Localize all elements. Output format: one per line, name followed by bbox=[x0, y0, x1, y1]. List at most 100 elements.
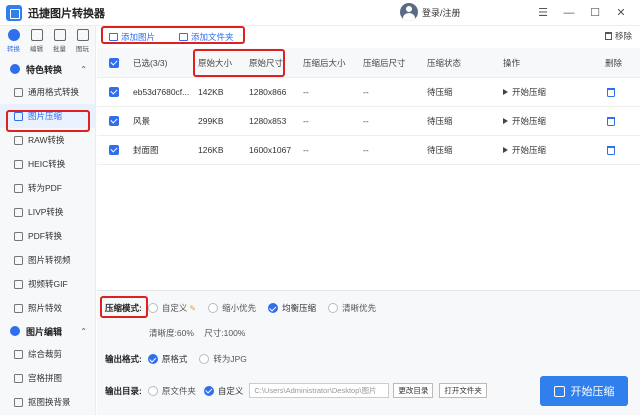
title-bar: 迅捷图片转换器 登录/注册 ☰ — ☐ ✕ bbox=[0, 0, 640, 26]
remove-label: 移除 bbox=[614, 31, 632, 41]
dir-original[interactable]: 原文件夹 bbox=[147, 385, 196, 397]
output-format-row: 输出格式: 原格式 转为JPG bbox=[105, 353, 259, 365]
row-checkbox[interactable] bbox=[109, 136, 119, 164]
table-row[interactable]: 封面图 126KB 1600x1067 -- -- 待压缩 开始压缩 bbox=[97, 136, 640, 165]
delete-button[interactable] bbox=[607, 107, 615, 135]
option-label: 转为JPG bbox=[213, 354, 247, 364]
sidebar-item-crop[interactable]: 综合裁剪 bbox=[0, 342, 95, 366]
start-compress-link[interactable]: 开始压缩 bbox=[503, 107, 546, 135]
comp-size: -- bbox=[303, 87, 309, 97]
sidebar-item-to-pdf[interactable]: 转为PDF bbox=[0, 176, 95, 200]
trash-icon bbox=[607, 116, 615, 126]
trash-icon bbox=[607, 87, 615, 97]
sidebar-item-general-convert[interactable]: 通用格式转换 bbox=[0, 80, 95, 104]
pdf-icon bbox=[14, 183, 23, 193]
sidebar-item-cutout[interactable]: 抠图换背景 bbox=[0, 390, 95, 414]
section-image-edit[interactable]: 图片编辑 ⌃ bbox=[0, 320, 95, 342]
topnav-label: 批量 bbox=[53, 46, 66, 53]
header-delete: 删除 bbox=[605, 57, 623, 68]
output-format-label: 输出格式: bbox=[105, 354, 142, 364]
settings-panel: 压缩模式: 自定义 ✎ 缩小优先 均衡压缩 清晰优先 清晰度:60% 尺寸:100… bbox=[97, 290, 640, 415]
mode-custom[interactable]: 自定义 ✎ bbox=[147, 302, 196, 314]
clarity-value: 清晰度:60% bbox=[149, 328, 194, 338]
highlight-box-sidebar bbox=[6, 110, 90, 132]
sidebar-item-label: 视频转GIF bbox=[28, 279, 68, 289]
effects-icon bbox=[14, 303, 23, 313]
mode-balanced[interactable]: 均衡压缩 bbox=[268, 302, 316, 314]
topnav-play[interactable]: 图玩 bbox=[71, 26, 94, 58]
orig-dim: 1280x853 bbox=[249, 116, 287, 126]
orig-size: 126KB bbox=[198, 145, 224, 155]
section-label: 图片编辑 bbox=[26, 326, 63, 337]
change-dir-button[interactable]: 更改目录 bbox=[393, 383, 434, 398]
menu-icon[interactable]: ☰ bbox=[530, 4, 556, 22]
highlight-box-headers bbox=[193, 49, 285, 77]
output-path-field[interactable]: C:\Users\Administrator\Desktop\图片 bbox=[249, 383, 390, 398]
radio-checked-icon bbox=[203, 385, 214, 396]
table-row[interactable]: 风景 299KB 1280x853 -- -- 待压缩 开始压缩 bbox=[97, 107, 640, 136]
option-label: 自定义 bbox=[217, 385, 244, 396]
topnav-convert[interactable]: 转换 bbox=[2, 26, 25, 58]
remove-button[interactable]: 移除 bbox=[604, 30, 632, 42]
section-special-convert[interactable]: 特色转换 ⌃ bbox=[0, 58, 95, 80]
cutout-icon bbox=[14, 397, 23, 407]
sidebar-item-pdf-convert[interactable]: PDF转换 bbox=[0, 224, 95, 248]
section-label: 特色转换 bbox=[26, 64, 63, 75]
header-selected: 已选(3/3) bbox=[133, 57, 168, 68]
maximize-icon[interactable]: ☐ bbox=[582, 4, 608, 22]
open-folder-button[interactable]: 打开文件夹 bbox=[439, 383, 487, 398]
start-compress-link[interactable]: 开始压缩 bbox=[503, 78, 546, 106]
grid-icon bbox=[14, 373, 23, 383]
sidebar: 转换 编辑 批量 图玩 特色转换 ⌃ 通用格式转换 图片压缩 RAW转换 HEI… bbox=[0, 26, 96, 415]
topnav-label: 转换 bbox=[7, 46, 20, 53]
table-row[interactable]: eb53d7680cf... 142KB 1280x866 -- -- 待压缩 … bbox=[97, 78, 640, 107]
delete-button[interactable] bbox=[607, 136, 615, 164]
sidebar-item-image-to-video[interactable]: 图片转视频 bbox=[0, 248, 95, 272]
file-name: 封面图 bbox=[133, 145, 159, 155]
format-original[interactable]: 原格式 bbox=[147, 353, 187, 365]
row-checkbox[interactable] bbox=[109, 107, 119, 135]
output-dir-row: 输出目录: 原文件夹 自定义 C:\Users\Administrator\De… bbox=[105, 383, 493, 398]
start-compress-button[interactable]: 开始压缩 bbox=[540, 376, 628, 406]
play-icon bbox=[503, 118, 508, 124]
minimize-icon[interactable]: — bbox=[556, 4, 582, 22]
start-compress-link[interactable]: 开始压缩 bbox=[503, 136, 546, 164]
radio-checked-icon bbox=[147, 354, 158, 364]
orig-size: 299KB bbox=[198, 116, 224, 126]
topnav-label: 编辑 bbox=[30, 46, 43, 53]
topnav-edit[interactable]: 编辑 bbox=[25, 26, 48, 58]
play-icon bbox=[503, 89, 508, 95]
sidebar-item-video-to-gif[interactable]: 视频转GIF bbox=[0, 272, 95, 296]
radio-checked-icon bbox=[268, 303, 279, 313]
dir-custom[interactable]: 自定义 bbox=[203, 385, 244, 397]
close-icon[interactable]: ✕ bbox=[608, 4, 634, 22]
topnav-batch[interactable]: 批量 bbox=[48, 26, 71, 58]
login-link[interactable]: 登录/注册 bbox=[422, 6, 461, 19]
mode-clarity-first[interactable]: 清晰优先 bbox=[328, 302, 376, 314]
highlight-box-toolbar bbox=[101, 26, 245, 44]
livp-icon bbox=[14, 207, 23, 217]
avatar-icon[interactable] bbox=[400, 3, 418, 21]
select-all-checkbox[interactable] bbox=[109, 48, 119, 77]
sidebar-item-grid-collage[interactable]: 宫格拼图 bbox=[0, 366, 95, 390]
checkbox-checked-icon bbox=[109, 116, 119, 126]
status: 待压缩 bbox=[427, 145, 453, 155]
comp-dim: -- bbox=[363, 145, 369, 155]
sidebar-item-photo-effects[interactable]: 照片特效 bbox=[0, 296, 95, 320]
format-jpg[interactable]: 转为JPG bbox=[199, 353, 247, 365]
option-label: 缩小优先 bbox=[222, 303, 257, 313]
compress-info: 清晰度:60% 尺寸:100% bbox=[149, 327, 245, 339]
comp-size: -- bbox=[303, 116, 309, 126]
start-compress-label: 开始压缩 bbox=[570, 386, 615, 398]
gif-icon bbox=[14, 279, 23, 289]
checkbox-checked-icon bbox=[109, 57, 119, 68]
radio-icon bbox=[147, 303, 158, 313]
mode-shrink-first[interactable]: 缩小优先 bbox=[208, 302, 256, 314]
sidebar-item-label: RAW转换 bbox=[28, 135, 65, 145]
main-panel: 添加图片 添加文件夹 移除 已选(3/3) 原始大小 原始尺寸 压缩后大小 压缩… bbox=[97, 26, 640, 415]
sidebar-item-livp[interactable]: LIVP转换 bbox=[0, 200, 95, 224]
row-checkbox[interactable] bbox=[109, 78, 119, 106]
delete-button[interactable] bbox=[607, 78, 615, 106]
user-login[interactable]: 登录/注册 bbox=[400, 3, 461, 21]
sidebar-item-heic[interactable]: HEIC转换 bbox=[0, 152, 95, 176]
